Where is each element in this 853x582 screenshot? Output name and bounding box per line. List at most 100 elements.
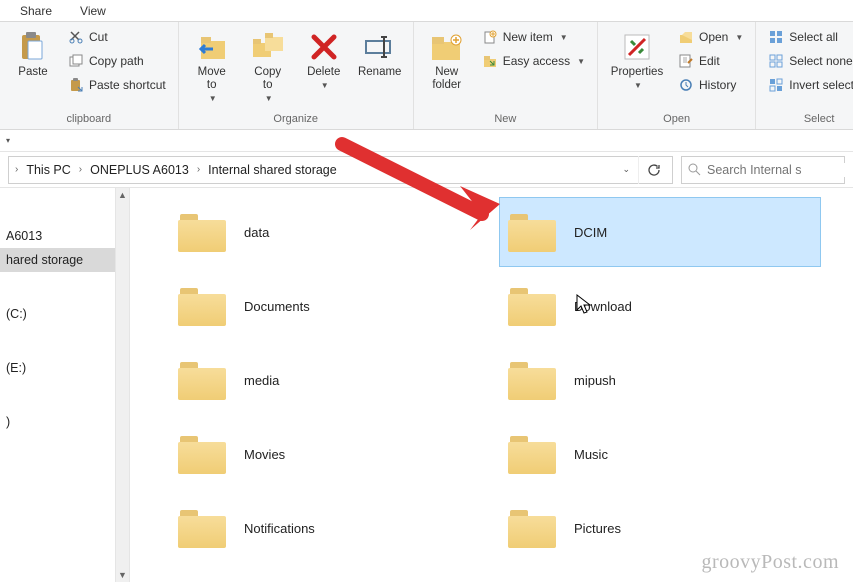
folder-item[interactable]: Download <box>500 272 820 340</box>
new-item-label: New item <box>503 30 553 44</box>
breadcrumb-this-pc[interactable]: This PC <box>22 163 74 177</box>
open-group-label: Open <box>606 111 747 127</box>
edit-icon <box>678 53 694 69</box>
copy-path-button[interactable]: Copy path <box>64 50 170 72</box>
history-icon <box>678 77 694 93</box>
properties-button[interactable]: Properties ▼ <box>606 26 668 90</box>
easy-access-button[interactable]: Easy access ▼ <box>478 50 589 72</box>
chevron-right-icon[interactable]: › <box>77 164 84 175</box>
address-bar[interactable]: › This PC › ONEPLUS A6013 › Internal sha… <box>8 156 673 184</box>
select-none-icon <box>768 53 784 69</box>
move-to-button[interactable]: Move to ▼ <box>187 26 237 103</box>
folder-icon <box>508 434 556 474</box>
open-label: Open <box>699 30 728 44</box>
select-group-label: Select <box>764 111 853 127</box>
new-folder-label: New folder <box>432 66 461 92</box>
copy-to-label: Copy to <box>254 66 281 92</box>
paste-label: Paste <box>18 66 47 79</box>
chevron-right-icon[interactable]: › <box>13 164 20 175</box>
delete-button[interactable]: Delete ▼ <box>299 26 349 90</box>
history-label: History <box>699 78 736 92</box>
select-all-label: Select all <box>789 30 838 44</box>
folder-item[interactable]: Documents <box>170 272 490 340</box>
folder-name: Documents <box>244 299 310 314</box>
paste-button[interactable]: Paste <box>8 26 58 79</box>
select-all-icon <box>768 29 784 45</box>
address-dropdown-icon[interactable]: ⌄ <box>616 164 636 175</box>
chevron-down-icon: ▼ <box>209 94 217 103</box>
select-none-label: Select none <box>789 54 852 68</box>
folder-icon <box>508 360 556 400</box>
folder-icon <box>178 434 226 474</box>
chevron-down-icon[interactable]: ▾ <box>6 136 10 145</box>
delete-label: Delete <box>307 66 340 79</box>
folder-name: Music <box>574 447 608 462</box>
chevron-right-icon[interactable]: › <box>195 164 202 175</box>
tab-view[interactable]: View <box>66 1 120 21</box>
scroll-down-icon[interactable]: ▼ <box>118 568 127 582</box>
breadcrumb-storage[interactable]: Internal shared storage <box>204 163 341 177</box>
folder-icon <box>178 212 226 252</box>
paste-icon <box>16 30 50 64</box>
new-item-button[interactable]: New item ▼ <box>478 26 589 48</box>
search-box[interactable] <box>681 156 845 184</box>
tab-share[interactable]: Share <box>6 1 66 21</box>
properties-label: Properties <box>611 66 663 79</box>
sidebar-item[interactable] <box>0 194 129 204</box>
sidebar-item-device[interactable]: A6013 <box>0 224 129 248</box>
sidebar-item-storage[interactable]: hared storage <box>0 248 129 272</box>
group-open: Properties ▼ Open ▼ Edit History Op <box>598 22 756 129</box>
rename-label: Rename <box>358 66 401 79</box>
sidebar-item-drive-c[interactable]: (C:) <box>0 302 129 326</box>
folder-icon <box>508 508 556 548</box>
folder-name: Notifications <box>244 521 315 536</box>
chevron-down-icon: ▼ <box>735 33 743 42</box>
folder-icon <box>508 212 556 252</box>
folder-item[interactable]: Notifications <box>170 494 490 562</box>
folder-icon <box>508 286 556 326</box>
folder-item[interactable]: Movies <box>170 420 490 488</box>
paste-shortcut-button[interactable]: Paste shortcut <box>64 74 170 96</box>
invert-selection-button[interactable]: Invert selection <box>764 74 853 96</box>
breadcrumb-device[interactable]: ONEPLUS A6013 <box>86 163 193 177</box>
files-pane[interactable]: data DCIM Documents Downloadmedia mipush Movi… <box>130 188 853 582</box>
folder-item[interactable]: media <box>170 346 490 414</box>
copy-to-button[interactable]: Copy to ▼ <box>243 26 293 103</box>
sidebar-item-drive-e[interactable]: (E:) <box>0 356 129 380</box>
folder-icon <box>178 508 226 548</box>
new-folder-button[interactable]: New folder <box>422 26 472 92</box>
cut-icon <box>68 29 84 45</box>
folder-name: mipush <box>574 373 616 388</box>
folder-item[interactable]: DCIM <box>500 198 820 266</box>
open-icon <box>678 29 694 45</box>
rename-icon <box>363 30 397 64</box>
invert-selection-label: Invert selection <box>789 78 853 92</box>
folder-name: DCIM <box>574 225 607 240</box>
folder-icon <box>178 286 226 326</box>
folder-name: data <box>244 225 269 240</box>
rename-button[interactable]: Rename <box>355 26 405 79</box>
open-button[interactable]: Open ▼ <box>674 26 747 48</box>
clipboard-group-label: clipboard <box>8 111 170 127</box>
folder-item[interactable]: mipush <box>500 346 820 414</box>
scroll-up-icon[interactable]: ▲ <box>118 188 127 202</box>
select-none-button[interactable]: Select none <box>764 50 853 72</box>
folder-item[interactable]: data <box>170 198 490 266</box>
sidebar-scrollbar[interactable]: ▲ ▼ <box>115 188 129 582</box>
group-organize: Move to ▼ Copy to ▼ Delete ▼ Rename Orga… <box>179 22 414 129</box>
select-all-button[interactable]: Select all <box>764 26 853 48</box>
cut-button[interactable]: Cut <box>64 26 170 48</box>
history-button[interactable]: History <box>674 74 747 96</box>
search-input[interactable] <box>707 163 853 177</box>
folder-item[interactable]: Music <box>500 420 820 488</box>
sidebar-item[interactable]: ) <box>0 410 129 434</box>
chevron-down-icon: ▼ <box>321 81 329 90</box>
group-new: New folder New item ▼ Easy access ▼ New <box>414 22 598 129</box>
easy-access-icon <box>482 53 498 69</box>
edit-button[interactable]: Edit <box>674 50 747 72</box>
navigation-pane[interactable]: A6013 hared storage (C:) (E:) ) ▲ ▼ <box>0 188 130 582</box>
easy-access-label: Easy access <box>503 54 570 68</box>
refresh-button[interactable] <box>638 156 668 184</box>
chevron-down-icon: ▼ <box>577 57 585 66</box>
organize-group-label: Organize <box>187 111 405 127</box>
